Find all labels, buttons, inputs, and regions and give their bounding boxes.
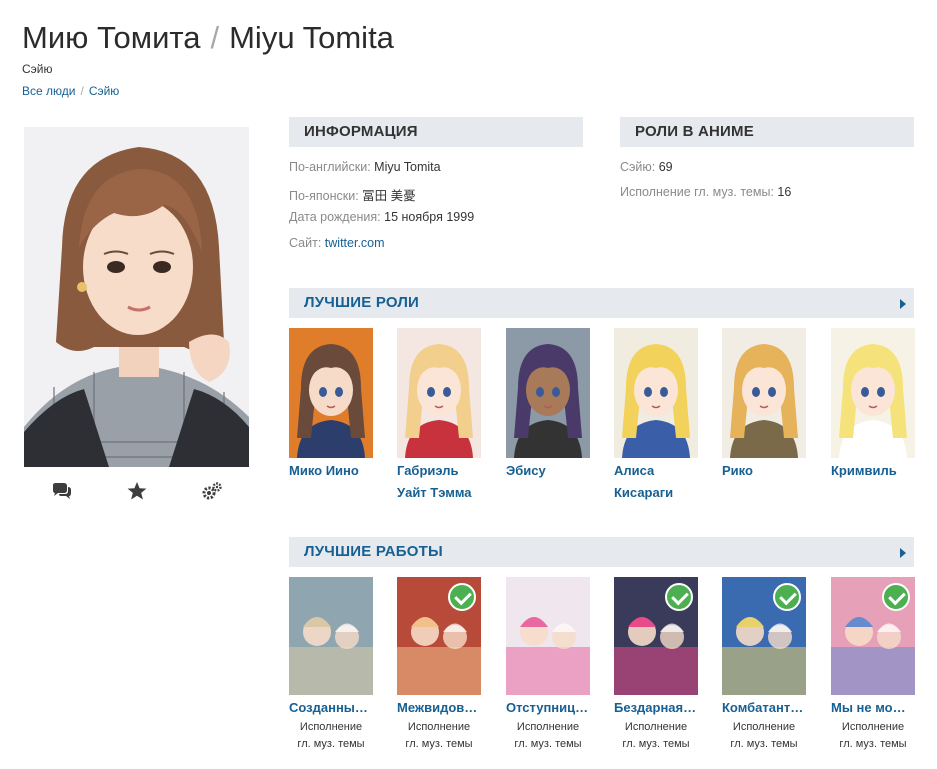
anime-role: Исполнение <box>407 721 471 733</box>
info-label: Сайт: <box>289 236 322 250</box>
info-value: Miyu Tomita <box>374 160 441 174</box>
info-label: Дата рождения: <box>289 210 381 224</box>
roles-label: Сэйю: <box>620 160 656 174</box>
person-photo <box>24 127 249 467</box>
character-card[interactable]: Алиса Кисараги <box>614 328 698 504</box>
character-name[interactable]: Рико <box>722 460 806 482</box>
info-website: Сайт: twitter.com <box>289 236 385 250</box>
anime-role: Исполнение <box>732 721 796 733</box>
anime-title[interactable]: Созданны… <box>289 697 373 719</box>
character-name[interactable]: Кримвиль <box>831 460 915 482</box>
checkmark-icon <box>448 583 476 611</box>
anime-poster[interactable] <box>831 577 915 695</box>
roles-value: 69 <box>658 160 673 174</box>
info-japanese-name: По-японски: 冨田 美憂 <box>289 185 416 204</box>
info-heading: Информация <box>289 117 583 147</box>
character-card[interactable]: Рико <box>722 328 806 482</box>
character-card[interactable]: Габриэль Уайт Тэмма <box>397 328 481 504</box>
character-image[interactable] <box>831 328 915 458</box>
character-image[interactable] <box>506 328 590 458</box>
roles-heading: Роли в аниме <box>620 117 914 147</box>
anime-card[interactable]: Межвидов… Исполнение гл. муз. темы <box>397 577 481 753</box>
character-name[interactable]: Алиса Кисараги <box>614 460 698 504</box>
page-title: Мию Томита / Miyu Tomita <box>22 20 394 56</box>
anime-card[interactable]: Отступниц… Исполнение гл. муз. темы <box>506 577 590 753</box>
character-card[interactable]: Эбису <box>506 328 590 482</box>
star-icon[interactable] <box>125 481 149 501</box>
comments-icon[interactable] <box>50 481 74 501</box>
title-russian: Мию Томита <box>22 20 201 55</box>
character-name[interactable]: Габриэль Уайт Тэмма <box>397 460 481 504</box>
anime-role: гл. муз. темы <box>730 738 798 750</box>
breadcrumb: Все люди / Сэйю <box>22 84 119 98</box>
checkmark-icon <box>773 583 801 611</box>
anime-poster[interactable] <box>614 577 698 695</box>
breadcrumb-all-people[interactable]: Все люди <box>22 84 75 98</box>
anime-poster[interactable] <box>289 577 373 695</box>
character-card[interactable]: Мико Иино <box>289 328 373 482</box>
anime-card[interactable]: Бездарная… Исполнение гл. муз. темы <box>614 577 698 753</box>
character-image[interactable] <box>722 328 806 458</box>
anime-title[interactable]: Комбатант… <box>722 697 806 719</box>
roles-value: 16 <box>777 185 792 199</box>
anime-role: гл. муз. темы <box>839 738 907 750</box>
best-roles-heading-label: Лучшие роли <box>304 294 420 311</box>
person-actions <box>24 480 249 502</box>
anime-role: гл. муз. темы <box>405 738 473 750</box>
chevron-right-icon <box>900 299 906 309</box>
anime-poster[interactable] <box>722 577 806 695</box>
checkmark-icon <box>665 583 693 611</box>
website-link[interactable]: twitter.com <box>325 236 385 250</box>
anime-role: Исполнение <box>299 721 363 733</box>
checkmark-icon <box>882 583 910 611</box>
character-image[interactable] <box>614 328 698 458</box>
character-name[interactable]: Мико Иино <box>289 460 373 482</box>
info-english-name: По-английски: Miyu Tomita <box>289 160 441 174</box>
anime-title[interactable]: Отступниц… <box>506 697 590 719</box>
character-image[interactable] <box>289 328 373 458</box>
character-image[interactable] <box>397 328 481 458</box>
anime-role: Исполнение <box>841 721 905 733</box>
info-label: По-японски: <box>289 189 359 203</box>
roles-seiyu-count: Сэйю: 69 <box>620 160 673 174</box>
title-separator: / <box>210 20 220 55</box>
breadcrumb-seiyu[interactable]: Сэйю <box>89 84 120 98</box>
anime-role: гл. муз. темы <box>622 738 690 750</box>
title-english: Miyu Tomita <box>229 20 394 55</box>
breadcrumb-separator: / <box>80 84 84 98</box>
roles-theme-count: Исполнение гл. муз. темы: 16 <box>620 185 791 199</box>
anime-role: гл. муз. темы <box>297 738 365 750</box>
best-roles-heading[interactable]: Лучшие роли <box>289 288 914 318</box>
info-value: 冨田 美憂 <box>362 189 416 203</box>
info-label: По-английски: <box>289 160 371 174</box>
anime-card[interactable]: Созданны… Исполнение гл. муз. темы <box>289 577 373 753</box>
info-value: 15 ноября 1999 <box>384 210 475 224</box>
page-subtitle: Сэйю <box>22 62 53 76</box>
anime-title[interactable]: Бездарная… <box>614 697 698 719</box>
best-works-heading[interactable]: Лучшие работы <box>289 537 914 567</box>
anime-poster[interactable] <box>397 577 481 695</box>
info-birthdate: Дата рождения: 15 ноября 1999 <box>289 210 474 224</box>
anime-poster[interactable] <box>506 577 590 695</box>
chevron-right-icon <box>900 548 906 558</box>
anime-role: Исполнение <box>624 721 688 733</box>
character-card[interactable]: Кримвиль <box>831 328 915 482</box>
gears-icon[interactable] <box>200 481 224 501</box>
anime-card[interactable]: Мы не мо… Исполнение гл. муз. темы <box>831 577 915 753</box>
roles-label: Исполнение гл. муз. темы: <box>620 185 774 199</box>
anime-title[interactable]: Мы не мо… <box>831 697 915 719</box>
anime-role: Исполнение <box>516 721 580 733</box>
best-works-heading-label: Лучшие работы <box>304 543 443 560</box>
anime-title[interactable]: Межвидов… <box>397 697 481 719</box>
character-name[interactable]: Эбису <box>506 460 590 482</box>
anime-card[interactable]: Комбатант… Исполнение гл. муз. темы <box>722 577 806 753</box>
anime-role: гл. муз. темы <box>514 738 582 750</box>
